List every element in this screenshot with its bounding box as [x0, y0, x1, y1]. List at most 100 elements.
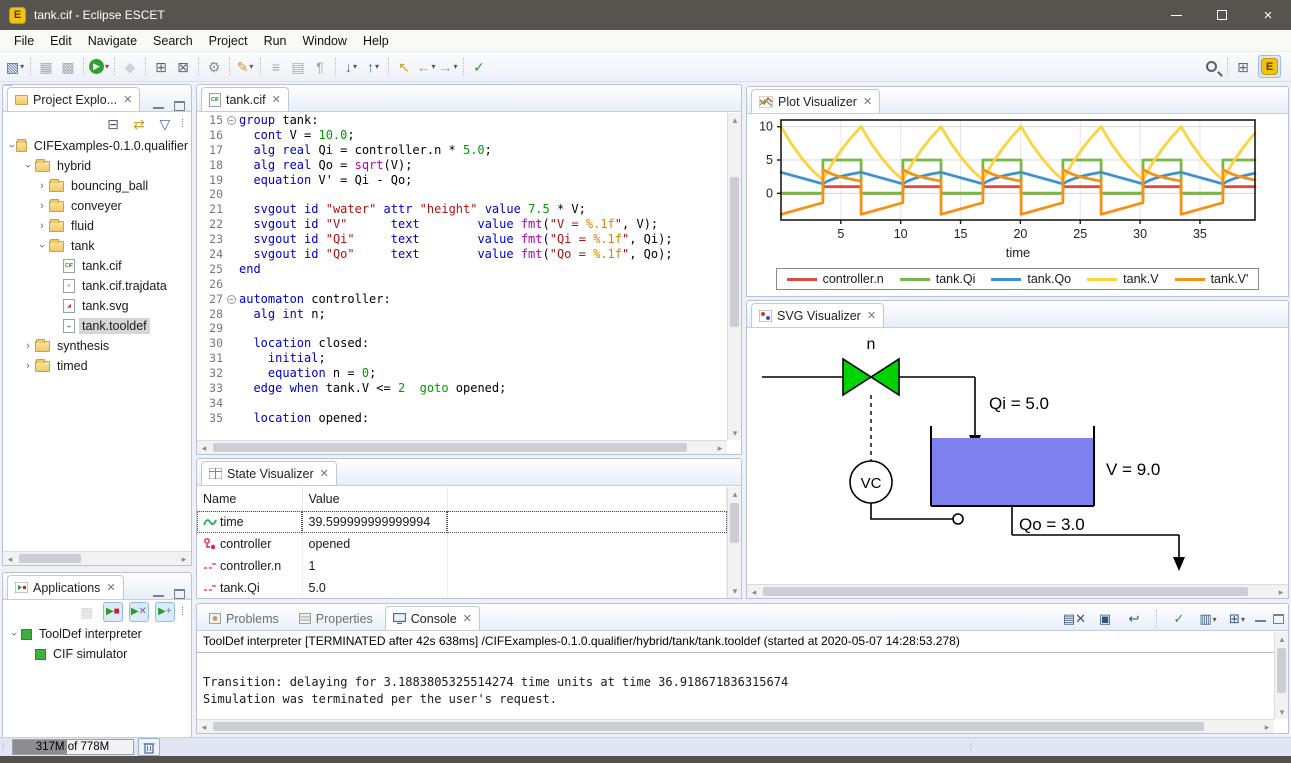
code-editor[interactable]: 15−group tank:16 cont V = 10.0;17 alg re… — [197, 113, 727, 440]
dropdown-arrow-icon[interactable]: ▾ — [353, 62, 357, 71]
tree-item-timed[interactable]: ›timed — [3, 356, 191, 376]
close-tab-icon[interactable]: ✕ — [272, 93, 281, 106]
collapse-arrow-icon[interactable]: › — [8, 627, 20, 641]
scroll-up-icon[interactable]: ▴ — [1275, 632, 1289, 646]
minimize-view-button[interactable] — [153, 595, 164, 599]
scroll-down-icon[interactable]: ▾ — [728, 426, 742, 440]
state-row-controller-n[interactable]: controller.n1 — [197, 555, 727, 577]
dropdown-arrow-icon[interactable]: ▾ — [375, 62, 379, 71]
next-annotation-button[interactable]: ↓▾ — [340, 56, 362, 78]
menu-help[interactable]: Help — [355, 32, 397, 50]
svg-hscrollbar[interactable]: ◂ ▸ — [747, 584, 1288, 598]
tree-item-tooldef-interpreter[interactable]: ›ToolDef interpreter — [3, 624, 191, 644]
scroll-right-icon[interactable]: ▸ — [1260, 720, 1274, 734]
tab-editor-tankcif[interactable]: CIF tank.cif ✕ — [201, 87, 289, 111]
collapse-arrow-icon[interactable]: › — [22, 159, 34, 173]
add-application-button[interactable]: ▶+ — [155, 602, 175, 622]
console-vscrollbar[interactable]: ▴ ▾ — [1274, 632, 1288, 719]
search-button[interactable] — [1201, 56, 1223, 78]
minimize-view-button[interactable] — [153, 107, 164, 111]
tab-plot-visualizer[interactable]: Plot Visualizer ✕ — [751, 89, 880, 113]
open-console-button[interactable]: ⊞▾ — [1226, 608, 1248, 630]
tree-item-cifexamples-0-1-0-qualifier[interactable]: ›CIFExamples-0.1.0.qualifier — [3, 136, 191, 156]
scroll-left-icon[interactable]: ◂ — [747, 585, 761, 599]
pin-editor-button[interactable]: ✓ — [468, 56, 490, 78]
dropdown-arrow-icon[interactable]: ▾ — [249, 62, 253, 71]
display-console-button[interactable]: ▥▾ — [1197, 608, 1219, 630]
last-edit-location-button[interactable]: ↖ — [393, 56, 415, 78]
tree-item-tank[interactable]: ›tank — [3, 236, 191, 256]
tab-console[interactable]: Console✕ — [385, 606, 480, 630]
view-menu-button[interactable]: ⁞ — [181, 118, 185, 130]
save-all-button[interactable]: ▩ — [57, 56, 79, 78]
dropdown-arrow-icon[interactable]: ▾ — [454, 62, 458, 71]
menu-project[interactable]: Project — [201, 32, 256, 50]
state-row-controller[interactable]: controlleropened — [197, 533, 727, 555]
maximize-view-button[interactable] — [174, 589, 185, 599]
wrench-button[interactable]: ⚙ — [203, 56, 225, 78]
console-output[interactable]: Transition: delaying for 3.1883805325514… — [197, 653, 1288, 712]
expand-arrow-icon[interactable]: › — [35, 220, 49, 232]
close-tab-icon[interactable]: ✕ — [867, 309, 876, 322]
menu-navigate[interactable]: Navigate — [80, 32, 145, 50]
menu-window[interactable]: Window — [295, 32, 355, 50]
pin-console-button[interactable]: ✓ — [1168, 608, 1190, 630]
maximize-view-button[interactable] — [174, 101, 185, 111]
run-garbage-collector-button[interactable] — [138, 738, 160, 756]
tab-problems[interactable]: Problems — [201, 606, 287, 630]
auto-terminate-button[interactable]: ▩ — [77, 602, 97, 622]
close-tab-icon[interactable]: ✕ — [320, 467, 329, 480]
tree-item-bouncing-ball[interactable]: ›bouncing_ball — [3, 176, 191, 196]
dropdown-arrow-icon[interactable]: ▾ — [105, 62, 109, 71]
scroll-left-icon[interactable]: ◂ — [197, 720, 211, 734]
menu-run[interactable]: Run — [256, 32, 295, 50]
open-perspective-button[interactable]: ⊞ — [1232, 56, 1254, 78]
scroll-lock-button[interactable]: ▣ — [1094, 608, 1116, 630]
state-row-time[interactable]: time39.599999999999994 — [197, 511, 727, 533]
run-button[interactable]: ▶▾ — [88, 56, 110, 78]
save-button[interactable]: ▦ — [35, 56, 57, 78]
scroll-right-icon[interactable]: ▸ — [1274, 585, 1288, 599]
menu-file[interactable]: File — [6, 32, 42, 50]
filter-button[interactable]: ▽ — [155, 114, 175, 134]
close-tab-icon[interactable]: ✕ — [106, 581, 115, 594]
clear-console-button[interactable]: ▤✕ — [1062, 608, 1087, 630]
close-tab-icon[interactable]: ✕ — [863, 95, 872, 108]
external-tools-button[interactable]: ◆ — [119, 56, 141, 78]
back-button[interactable]: ←▾ — [415, 56, 437, 78]
link-with-editor-button[interactable]: ⇄ — [129, 114, 149, 134]
expand-arrow-icon[interactable]: › — [35, 180, 49, 192]
highlighter-button[interactable]: ✎▾ — [234, 56, 256, 78]
close-button[interactable]: × — [1245, 0, 1291, 30]
tree-item-cif-simulator[interactable]: CIF simulator — [3, 644, 191, 664]
scroll-up-icon[interactable]: ▴ — [728, 487, 742, 501]
fold-marker[interactable]: − — [223, 292, 239, 307]
minimize-view-button[interactable] — [1255, 620, 1266, 624]
forward-button[interactable]: →▾ — [437, 56, 459, 78]
escet-perspective-button[interactable]: E — [1258, 55, 1281, 78]
tab-state-visualizer[interactable]: State Visualizer ✕ — [201, 461, 337, 485]
expand-arrow-icon[interactable]: › — [21, 360, 35, 372]
show-whitespace-button[interactable]: ¶ — [309, 56, 331, 78]
tree-item-tank-cif[interactable]: CIFtank.cif — [3, 256, 191, 276]
scroll-left-icon[interactable]: ◂ — [3, 552, 17, 566]
expand-arrow-icon[interactable]: › — [35, 200, 49, 212]
scroll-up-icon[interactable]: ▴ — [728, 113, 742, 127]
menu-search[interactable]: Search — [145, 32, 201, 50]
add-element-button[interactable]: ⊞ — [150, 56, 172, 78]
view-menu-button[interactable]: ⁞ — [181, 606, 185, 618]
close-tab-icon[interactable]: ✕ — [463, 612, 472, 625]
previous-annotation-button[interactable]: ↑▾ — [362, 56, 384, 78]
dropdown-arrow-icon[interactable]: ▾ — [432, 62, 436, 71]
remove-terminated-button[interactable]: ▶✕ — [129, 602, 149, 622]
fold-marker[interactable]: − — [223, 113, 239, 128]
remove-element-button[interactable]: ⊠ — [172, 56, 194, 78]
fold-collapse-icon[interactable]: − — [227, 116, 236, 125]
state-row-tank-Qi[interactable]: tank.Qi5.0 — [197, 577, 727, 598]
editor-vscrollbar[interactable]: ▴ ▾ — [727, 113, 741, 440]
new-wizard-button[interactable]: ▧▾ — [4, 56, 26, 78]
scroll-down-icon[interactable]: ▾ — [728, 584, 742, 598]
column-header-value[interactable]: Value — [302, 487, 447, 511]
build-button[interactable]: ≡ — [265, 56, 287, 78]
tree-item-tank-tooldef[interactable]: ⌁tank.tooldef — [3, 316, 191, 336]
